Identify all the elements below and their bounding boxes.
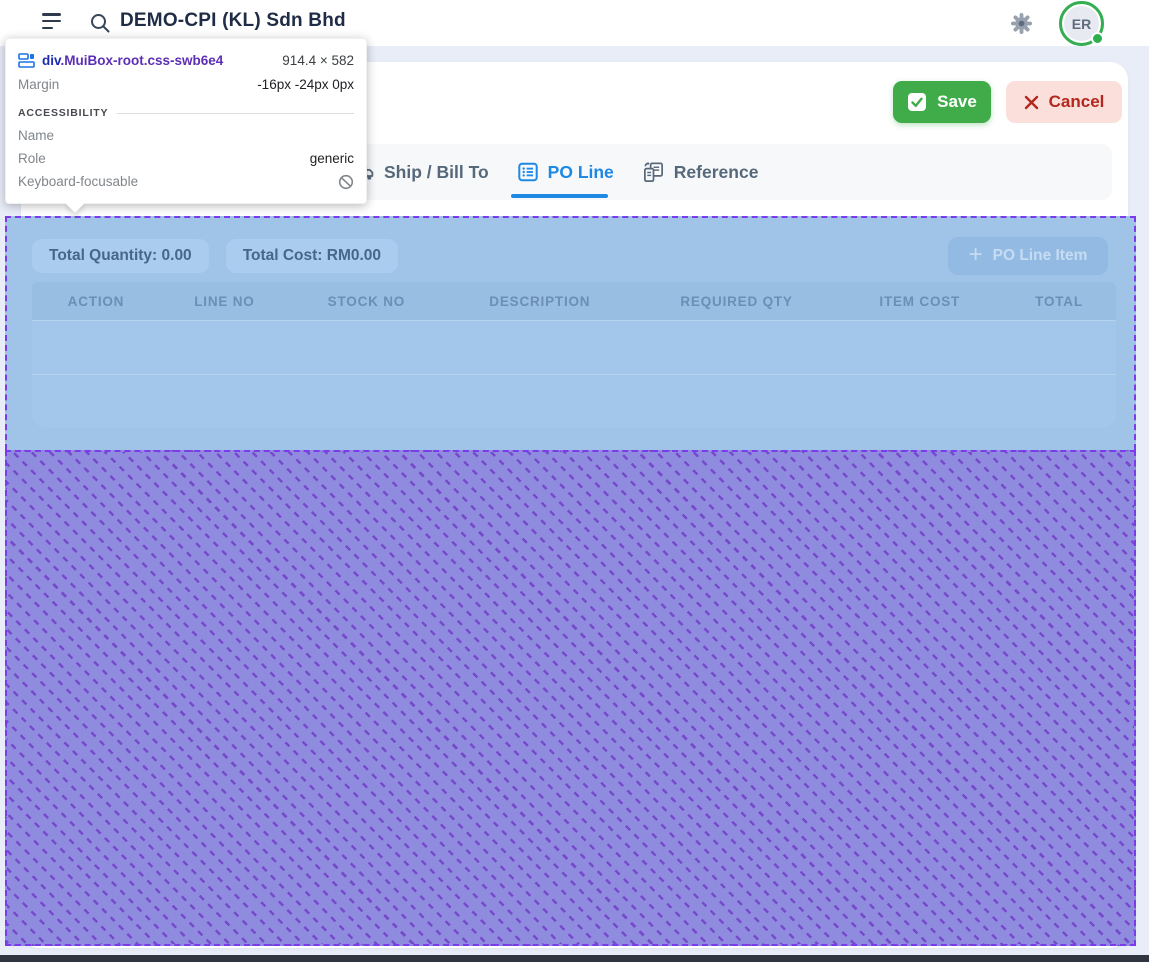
margin-value: -16px -24px 0px (257, 77, 354, 92)
save-button[interactable]: Save (893, 81, 991, 123)
inspect-highlight-content: Total Quantity: 0.00 Total Cost: RM0.00 … (5, 216, 1136, 450)
online-status-dot (1091, 32, 1104, 45)
search-icon[interactable] (88, 11, 112, 35)
add-po-line-item-label: PO Line Item (993, 247, 1088, 265)
column-header-description: DESCRIPTION (444, 294, 636, 309)
tab-label: Reference (674, 162, 759, 183)
company-title[interactable]: DEMO-CPI (KL) Sdn Bhd (120, 10, 346, 32)
element-badge-icon (18, 53, 35, 68)
menu-icon[interactable] (42, 13, 62, 31)
po-line-table-header: ACTION LINE NO STOCK NO DESCRIPTION REQU… (32, 282, 1116, 320)
tab-label: PO Line (548, 162, 614, 183)
column-header-item-cost: ITEM COST (837, 294, 1002, 309)
column-header-stock-no: STOCK NO (289, 294, 444, 309)
margin-label: Margin (18, 77, 59, 92)
not-allowed-icon (338, 174, 354, 190)
tab-po-line[interactable]: PO Line (517, 144, 614, 200)
total-cost-chip: Total Cost: RM0.00 (226, 239, 398, 273)
name-label: Name (18, 128, 54, 143)
settings-gear-icon[interactable] (1010, 12, 1033, 35)
column-header-required-qty: REQUIRED QTY (636, 294, 838, 309)
tooltip-selector-row: div.MuiBox-root.css-swb6e4 914.4 × 582 (18, 48, 354, 72)
save-button-label: Save (937, 92, 977, 112)
tab-reference[interactable]: Reference (642, 144, 759, 200)
plus-icon: + (969, 243, 983, 267)
list-icon (517, 161, 539, 183)
tooltip-keyboard-row: Keyboard-focusable (18, 170, 354, 193)
save-check-icon (907, 92, 927, 112)
totals-chips: Total Quantity: 0.00 Total Cost: RM0.00 (32, 239, 398, 273)
role-label: Role (18, 151, 46, 166)
accessibility-heading: ACCESSIBILITY (18, 107, 108, 119)
tabs: Ship / Bill To PO Line Reference (354, 144, 758, 200)
po-line-table: ACTION LINE NO STOCK NO DESCRIPTION REQU… (32, 282, 1116, 428)
column-header-action: ACTION (32, 294, 160, 309)
tooltip-role-row: Role generic (18, 147, 354, 170)
add-po-line-item-button[interactable]: + PO Line Item (948, 237, 1108, 275)
keyboard-focusable-label: Keyboard-focusable (18, 174, 138, 189)
tooltip-margin-row: Margin -16px -24px 0px (18, 72, 354, 96)
tab-label: Ship / Bill To (384, 162, 489, 183)
total-quantity-chip: Total Quantity: 0.00 (32, 239, 209, 273)
cancel-x-icon (1024, 95, 1039, 110)
tab-ship-bill-to[interactable]: Ship / Bill To (354, 144, 489, 200)
accessibility-section-header: ACCESSIBILITY (18, 102, 354, 124)
tooltip-name-row: Name (18, 124, 354, 147)
window-bottom-edge (0, 955, 1149, 962)
cancel-button[interactable]: Cancel (1006, 81, 1122, 123)
user-avatar[interactable]: ER (1059, 1, 1104, 46)
divider (117, 113, 354, 114)
documents-icon (642, 161, 665, 184)
table-row (32, 320, 1116, 374)
devtools-inspect-tooltip: div.MuiBox-root.css-swb6e4 914.4 × 582 M… (5, 38, 367, 204)
column-header-line-no: LINE NO (160, 294, 289, 309)
role-value: generic (310, 151, 354, 166)
inspect-highlight-margin (5, 450, 1136, 946)
cancel-button-label: Cancel (1049, 92, 1105, 112)
inspected-selector: div.MuiBox-root.css-swb6e4 (42, 53, 223, 68)
table-row (32, 374, 1116, 428)
inspected-dimensions: 914.4 × 582 (282, 53, 354, 68)
column-header-total: TOTAL (1002, 294, 1116, 309)
